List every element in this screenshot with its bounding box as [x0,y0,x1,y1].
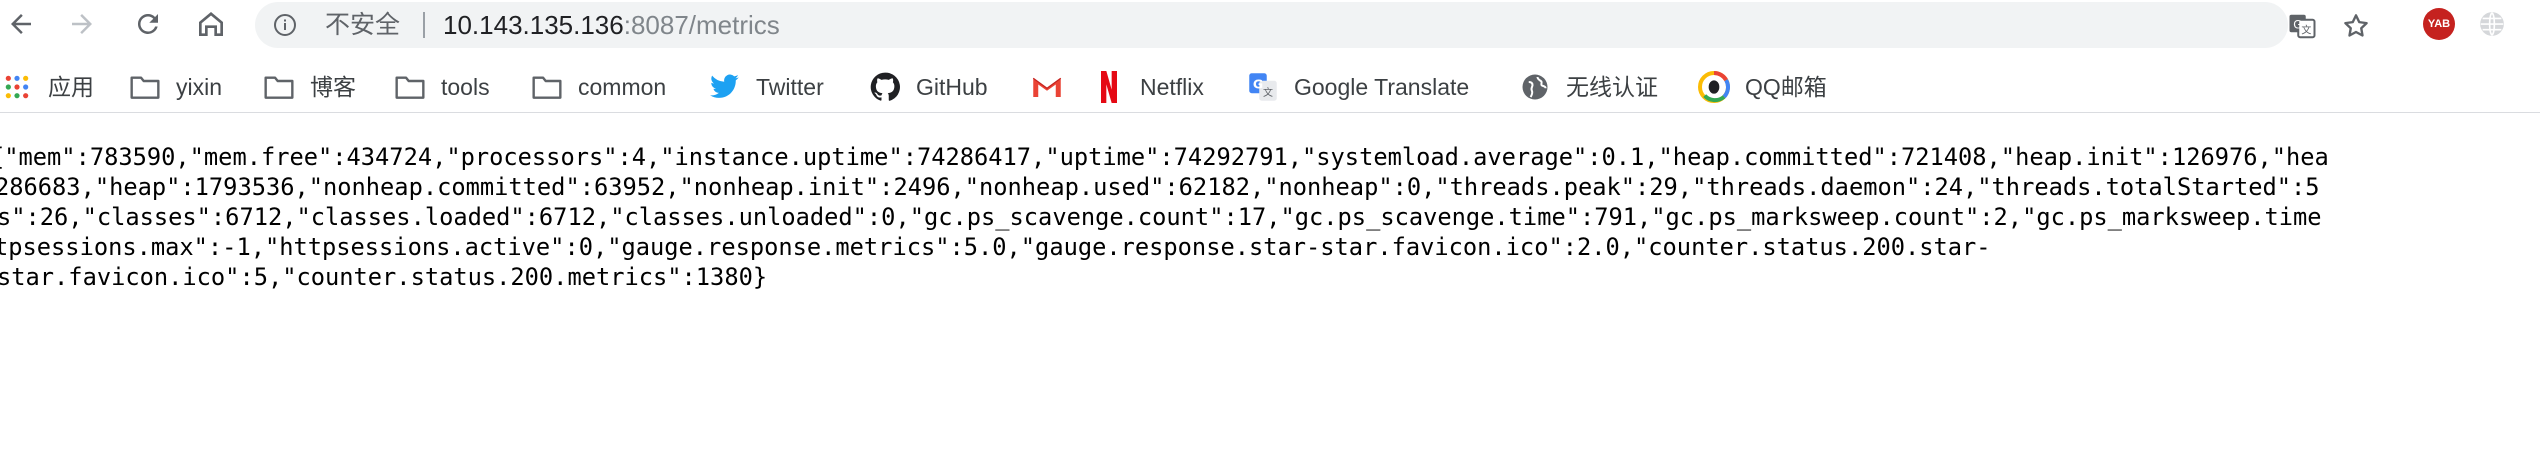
folder-icon [128,70,162,104]
bookmark-label: Netflix [1140,74,1204,100]
bookmark-apps[interactable]: 应用 [0,62,94,112]
bookmark-wireless-auth[interactable]: 无线认证 [1518,62,1658,112]
reload-icon [137,13,158,34]
translate-page-button[interactable]: G 文 [2280,4,2324,48]
bookmark-gmail[interactable] [1030,62,1078,112]
star-outline-icon [2344,14,2368,37]
netflix-icon [1092,70,1126,104]
bookmark-label: Twitter [756,74,824,100]
bookmark-label: yixin [176,74,223,100]
metrics-text-line: tpsessions.max":-1,"httpsessions.active"… [0,233,1991,261]
address-bar[interactable]: 不安全 10.143.135.136:8087/metrics G 文 [255,2,2316,48]
bookmark-label: 博客 [310,74,356,100]
bookmark-qq-mail[interactable]: QQ邮箱 [1697,62,1827,112]
reload-button[interactable] [128,4,168,44]
bookmark-label: Google Translate [1294,74,1470,100]
svg-text:文: 文 [2301,24,2311,37]
extension-globe-icon [2480,12,2504,36]
extension-button[interactable] [2474,6,2510,42]
bookmark-folder-yixin[interactable]: yixin [128,62,222,112]
google-translate-icon: G 文 [1246,70,1280,104]
svg-text:文: 文 [1263,86,1273,99]
url-host: 10.143.135.136 [443,10,624,40]
back-arrow-icon [11,14,31,34]
forward-button[interactable] [62,4,102,44]
bookmark-label: common [578,74,667,100]
folder-icon [393,70,427,104]
gmail-icon [1030,70,1064,104]
globe-icon [1518,70,1552,104]
address-divider [423,12,425,38]
bookmark-folder-common[interactable]: common [530,62,666,112]
bookmark-label: QQ邮箱 [1745,74,1827,100]
metrics-text-line: star.favicon.ico":5,"counter.status.200.… [0,263,768,291]
url-path: :8087/metrics [623,10,780,40]
folder-icon [530,70,564,104]
bookmark-github[interactable]: GitHub [868,62,988,112]
bookmark-folder-blog[interactable]: 博客 [262,62,356,112]
bookmark-netflix[interactable]: Netflix [1092,62,1204,112]
profile-avatar[interactable]: YAB [2423,8,2455,40]
browser-toolbar: 不安全 10.143.135.136:8087/metrics G 文 YAB [0,0,2540,50]
bookmark-label: 应用 [48,74,94,100]
home-icon [199,12,223,36]
apps-grid-icon [0,70,34,104]
qq-mail-icon [1697,70,1731,104]
url-text[interactable]: 10.143.135.136:8087/metrics [443,11,780,39]
metrics-text-line: s":26,"classes":6712,"classes.loaded":67… [0,203,2322,231]
twitter-icon [708,70,742,104]
github-icon [868,70,902,104]
bookmark-label: GitHub [916,74,988,100]
page-content: {"mem":783590,"mem.free":434724,"process… [0,140,2540,460]
bookmark-folder-tools[interactable]: tools [393,62,490,112]
translate-icon: G 文 [2289,14,2316,39]
home-button[interactable] [191,4,231,44]
info-icon[interactable] [273,13,297,37]
bookmark-twitter[interactable]: Twitter [708,62,824,112]
security-status-label[interactable]: 不安全 [325,11,400,39]
forward-arrow-icon [72,14,92,34]
metrics-text-line: 286683,"heap":1793536,"nonheap.committed… [0,173,2320,201]
bookmark-label: tools [441,74,490,100]
bookmark-star-button[interactable] [2334,4,2378,48]
metrics-text-line: {"mem":783590,"mem.free":434724,"process… [0,143,2329,171]
bookmark-label: 无线认证 [1566,74,1658,100]
back-button[interactable] [1,4,41,44]
bookmarks-bar: 应用 yixin 博客 tools common Twitter GitHub … [0,62,2540,112]
bookmark-google-translate[interactable]: G 文 Google Translate [1246,62,1469,112]
folder-icon [262,70,296,104]
toolbar-divider [0,112,2540,113]
svg-text:G: G [1253,76,1263,91]
